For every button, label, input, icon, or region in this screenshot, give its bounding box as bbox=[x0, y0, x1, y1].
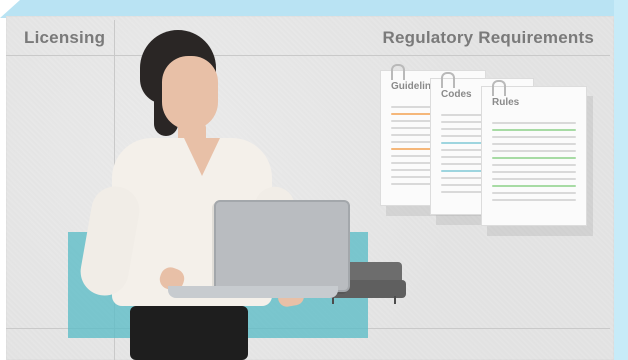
paper-clip-icon bbox=[492, 80, 506, 96]
laptop-screen bbox=[214, 200, 350, 292]
laptop-base bbox=[168, 286, 338, 298]
document-lines bbox=[492, 117, 576, 215]
rules-document: Rules bbox=[481, 80, 587, 226]
skirt bbox=[130, 306, 248, 360]
paper-clip-icon bbox=[441, 72, 455, 88]
neckline bbox=[184, 138, 220, 176]
paper-clip-icon bbox=[391, 64, 405, 80]
regulatory-requirements-label: Regulatory Requirements bbox=[382, 28, 594, 47]
person-illustration bbox=[76, 30, 313, 360]
codes-title: Codes bbox=[441, 89, 472, 100]
rules-title: Rules bbox=[492, 97, 520, 108]
laptop-illustration bbox=[168, 200, 350, 300]
scene: Licensing Regulatory Requirements Guidel… bbox=[0, 0, 628, 360]
face bbox=[162, 56, 218, 130]
